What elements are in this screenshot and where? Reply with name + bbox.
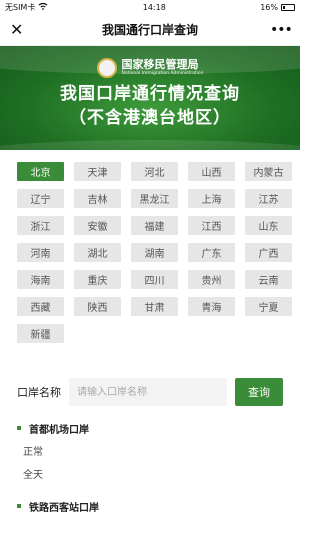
region-chip[interactable]: 重庆 <box>74 270 121 289</box>
region-chip[interactable]: 贵州 <box>188 270 235 289</box>
region-chip[interactable]: 吉林 <box>74 189 121 208</box>
region-chip[interactable]: 湖北 <box>74 243 121 262</box>
agency-logo: 国家移民管理局 National Immigration Administrat… <box>0 46 300 78</box>
region-chip[interactable]: 上海 <box>188 189 235 208</box>
more-icon[interactable]: ••• <box>270 22 293 38</box>
region-chip[interactable]: 天津 <box>74 162 121 181</box>
region-chip[interactable]: 甘肃 <box>131 297 178 316</box>
port-search-input[interactable] <box>69 378 227 406</box>
battery-percent: 16% <box>260 2 278 12</box>
carrier-text: 无SIM卡 <box>5 2 36 12</box>
close-icon[interactable]: ✕ <box>10 21 30 38</box>
region-chip[interactable]: 江西 <box>188 216 235 235</box>
search-label: 口岸名称 <box>17 386 61 399</box>
region-chip[interactable]: 云南 <box>245 270 292 289</box>
region-chip[interactable]: 湖南 <box>131 243 178 262</box>
region-chip[interactable]: 福建 <box>131 216 178 235</box>
region-chip[interactable]: 辽宁 <box>17 189 64 208</box>
agency-name-en: National Immigration Administration <box>121 71 204 76</box>
region-chip[interactable]: 安徽 <box>74 216 121 235</box>
banner-title-line1: 我国口岸通行情况查询 <box>60 84 240 104</box>
port-list: 首都机场口岸 正常 全天 铁路西客站口岸 <box>0 421 300 514</box>
port-name: 铁路西客站口岸 <box>29 502 99 514</box>
list-item: 首都机场口岸 正常 全天 <box>17 421 283 481</box>
region-chip[interactable]: 浙江 <box>17 216 64 235</box>
clock-text: 14:18 <box>142 2 166 12</box>
region-chip[interactable]: 陕西 <box>74 297 121 316</box>
bullet-icon <box>17 504 21 508</box>
region-grid: 北京 天津 河北 山西 内蒙古辽宁 吉林 黑龙江 上海 江苏浙江 安徽 福建 江西 山东河南 湖北 湖南 广东… <box>0 150 300 343</box>
region-chip[interactable]: 河南 <box>17 243 64 262</box>
region-chip[interactable]: 青海 <box>188 297 235 316</box>
region-chip[interactable]: 广东 <box>188 243 235 262</box>
region-chip[interactable]: 河北 <box>131 162 178 181</box>
region-chip[interactable]: 四川 <box>131 270 178 289</box>
region-chip[interactable]: 宁夏 <box>245 297 292 316</box>
banner-title-line2: （不含港澳台地区） <box>69 108 231 128</box>
port-status: 正常 <box>23 447 43 458</box>
region-chip[interactable]: 山西 <box>188 162 235 181</box>
region-chip[interactable]: 新疆 <box>17 324 64 343</box>
battery-icon <box>281 3 295 11</box>
list-item: 铁路西客站口岸 <box>17 499 283 514</box>
region-chip[interactable]: 海南 <box>17 270 64 289</box>
region-chip[interactable]: 广西 <box>245 243 292 262</box>
search-button[interactable]: 查询 <box>235 378 283 406</box>
region-chip[interactable]: 江苏 <box>245 189 292 208</box>
emblem-icon <box>96 58 117 78</box>
page-title: 我国通行口岸查询 <box>101 23 198 37</box>
region-chip[interactable]: 西藏 <box>17 297 64 316</box>
status-bar: 无SIM卡 14:18 16% <box>0 0 300 14</box>
header-banner: 国家移民管理局 National Immigration Administrat… <box>0 46 300 150</box>
bullet-icon <box>17 426 21 430</box>
region-chip[interactable]: 黑龙江 <box>131 189 178 208</box>
search-row: 口岸名称 查询 <box>0 377 300 407</box>
region-chip[interactable]: 北京 <box>17 162 64 181</box>
wifi-icon <box>38 2 48 12</box>
port-hours: 全天 <box>23 470 43 481</box>
port-name: 首都机场口岸 <box>29 424 89 436</box>
nav-bar: ✕ 我国通行口岸查询 ••• <box>0 14 300 46</box>
agency-name-cn: 国家移民管理局 <box>121 58 199 71</box>
region-chip[interactable]: 内蒙古 <box>245 162 292 181</box>
region-chip[interactable]: 山东 <box>245 216 292 235</box>
